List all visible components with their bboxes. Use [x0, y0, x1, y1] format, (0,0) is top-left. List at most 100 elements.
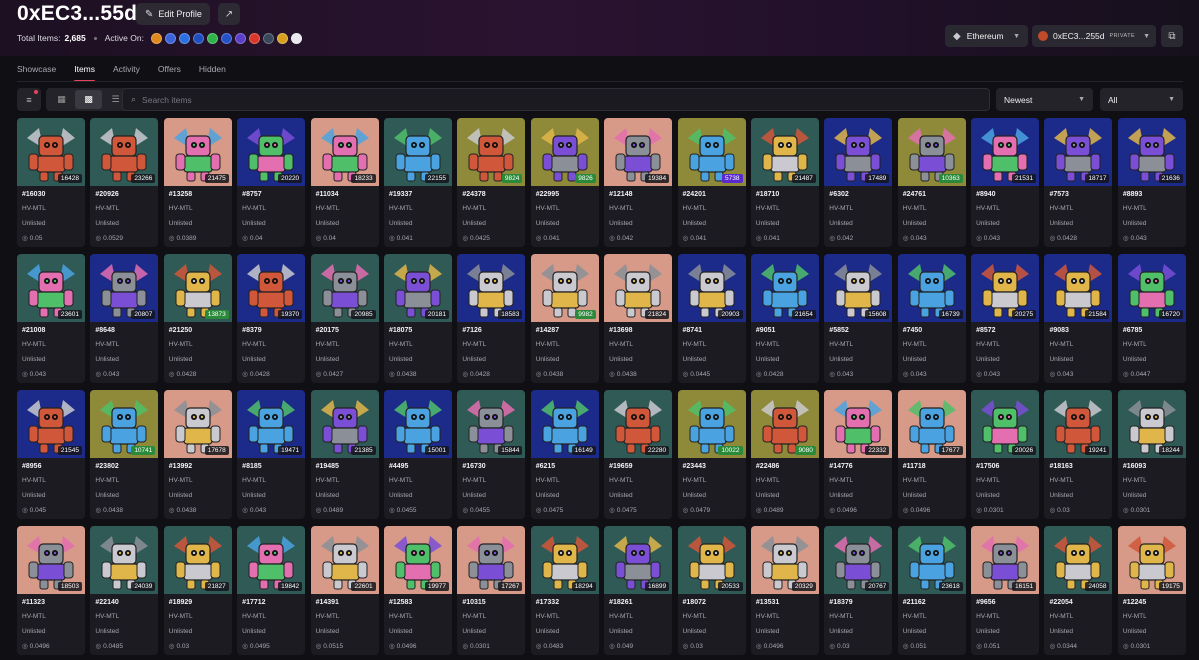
nft-card[interactable]: 19471 #8185 HV-MTL Unlisted ◎ 0.043 — [237, 390, 306, 519]
nft-card[interactable]: 20533 #18072 HV-MTL Unlisted ◎ 0.03 — [677, 526, 746, 655]
tab-offers[interactable]: Offers — [158, 60, 181, 82]
nft-card[interactable]: 5738 #24201 HV-MTL Unlisted ◎ 0.041 — [677, 118, 746, 247]
eth-coin-icon: ◎ — [976, 371, 982, 378]
nft-card[interactable]: 21654 #9051 HV-MTL Unlisted ◎ 0.0428 — [750, 254, 819, 383]
view-small-grid-button[interactable]: ▩ — [75, 90, 102, 109]
nft-card[interactable]: 18503 #11323 HV-MTL Unlisted ◎ 0.0496 — [17, 526, 85, 655]
nft-card[interactable]: 18244 #16093 HV-MTL Unlisted ◎ 0.0301 — [1117, 390, 1186, 519]
copy-address-button[interactable]: ⧉ — [1161, 25, 1183, 47]
nft-card[interactable]: 16149 #6215 HV-MTL Unlisted ◎ 0.0475 — [530, 390, 599, 519]
nft-card[interactable]: 21636 #8893 HV-MTL Unlisted ◎ 0.043 — [1117, 118, 1186, 247]
nft-card[interactable]: 21385 #19485 HV-MTL Unlisted ◎ 0.0489 — [310, 390, 379, 519]
search-input[interactable] — [142, 94, 943, 105]
share-button[interactable]: ↗ — [218, 3, 240, 25]
eth-coin-icon: ◎ — [242, 235, 248, 242]
nft-card[interactable]: 24039 #22140 HV-MTL Unlisted ◎ 0.0485 — [90, 526, 159, 655]
nft-card[interactable]: 21584 #9083 HV-MTL Unlisted ◎ 0.043 — [1044, 254, 1113, 383]
nft-card[interactable]: 22332 #14776 HV-MTL Unlisted ◎ 0.0496 — [824, 390, 893, 519]
nft-card[interactable]: 18717 #7573 HV-MTL Unlisted ◎ 0.0428 — [1044, 118, 1113, 247]
nft-card[interactable]: 19241 #18163 HV-MTL Unlisted ◎ 0.03 — [1044, 390, 1113, 519]
tab-hidden[interactable]: Hidden — [199, 60, 226, 82]
eth-coin-icon: ◎ — [755, 507, 762, 514]
nft-card[interactable]: 17678 #13992 HV-MTL Unlisted ◎ 0.0438 — [163, 390, 232, 519]
nft-card[interactable]: 17677 #11718 HV-MTL Unlisted ◎ 0.0496 — [897, 390, 966, 519]
nft-card[interactable]: 21824 #13698 HV-MTL Unlisted ◎ 0.0438 — [604, 254, 673, 383]
nft-card[interactable]: 24058 #22054 HV-MTL Unlisted ◎ 0.0344 — [1044, 526, 1113, 655]
nft-card[interactable]: 15608 #5852 HV-MTL Unlisted ◎ 0.043 — [824, 254, 893, 383]
view-large-grid-button[interactable]: ▦ — [48, 90, 75, 109]
nft-card[interactable]: 9982 #14287 HV-MTL Unlisted ◎ 0.0438 — [530, 254, 599, 383]
nft-card[interactable]: 9826 #22995 HV-MTL Unlisted ◎ 0.041 — [530, 118, 599, 247]
nft-card[interactable]: 20767 #18379 HV-MTL Unlisted ◎ 0.03 — [824, 526, 893, 655]
nft-card[interactable]: 17489 #6302 HV-MTL Unlisted ◎ 0.042 — [824, 118, 893, 247]
nft-card[interactable]: 16151 #9656 HV-MTL Unlisted ◎ 0.051 — [971, 526, 1040, 655]
nft-card[interactable]: 22601 #14391 HV-MTL Unlisted ◎ 0.0515 — [310, 526, 379, 655]
nft-card[interactable]: 20903 #8741 HV-MTL Unlisted ◎ 0.0445 — [677, 254, 746, 383]
nft-card[interactable]: 18294 #17332 HV-MTL Unlisted ◎ 0.0483 — [530, 526, 599, 655]
nft-card[interactable]: 20985 #20175 HV-MTL Unlisted ◎ 0.0427 — [310, 254, 379, 383]
nft-card[interactable]: 15844 #16730 HV-MTL Unlisted ◎ 0.0455 — [457, 390, 526, 519]
nft-card[interactable]: 20329 #13531 HV-MTL Unlisted ◎ 0.0496 — [750, 526, 819, 655]
nft-card[interactable]: 10741 #23802 HV-MTL Unlisted ◎ 0.0438 — [90, 390, 159, 519]
nft-card[interactable]: 20026 #17506 HV-MTL Unlisted ◎ 0.0301 — [971, 390, 1040, 519]
nft-card[interactable]: 22280 #19659 HV-MTL Unlisted ◎ 0.0475 — [604, 390, 673, 519]
nft-card[interactable]: 19175 #12245 HV-MTL Unlisted ◎ 0.0301 — [1117, 526, 1186, 655]
price-value: 0.03 — [836, 642, 850, 650]
listing-status: Unlisted — [1122, 220, 1147, 227]
token-id: #8741 — [682, 327, 702, 334]
nft-card[interactable]: 19384 #12148 HV-MTL Unlisted ◎ 0.042 — [604, 118, 673, 247]
nft-card[interactable]: 17267 #10315 HV-MTL Unlisted ◎ 0.0301 — [457, 526, 526, 655]
nft-card[interactable]: 13873 #21250 HV-MTL Unlisted ◎ 0.0428 — [163, 254, 232, 383]
nft-image: 15844 — [457, 390, 526, 458]
nft-card[interactable]: 16899 #18261 HV-MTL Unlisted ◎ 0.049 — [604, 526, 673, 655]
nft-card[interactable]: 21487 #18710 HV-MTL Unlisted ◎ 0.041 — [750, 118, 819, 247]
nft-card[interactable]: 23601 #21008 HV-MTL Unlisted ◎ 0.043 — [17, 254, 85, 383]
token-id: #8956 — [22, 463, 42, 470]
nft-card[interactable]: 23266 #20926 HV-MTL Unlisted ◎ 0.0529 — [90, 118, 159, 247]
nft-card[interactable]: 20807 #8648 HV-MTL Unlisted ◎ 0.043 — [90, 254, 159, 383]
nft-card[interactable]: 20220 #8757 HV-MTL Unlisted ◎ 0.04 — [237, 118, 306, 247]
edit-profile-button[interactable]: ✎ Edit Profile — [136, 3, 210, 25]
nft-card[interactable]: 19370 #8379 HV-MTL Unlisted ◎ 0.0428 — [237, 254, 306, 383]
eth-coin-icon: ◎ — [462, 235, 469, 242]
rank-badge: 21636 — [1158, 174, 1183, 183]
nft-card[interactable]: 23618 #21162 HV-MTL Unlisted ◎ 0.051 — [897, 526, 966, 655]
price-value: 0.043 — [29, 370, 46, 378]
nft-card[interactable]: 15001 #4495 HV-MTL Unlisted ◎ 0.0455 — [383, 390, 452, 519]
nft-card[interactable]: 21475 #13258 HV-MTL Unlisted ◎ 0.0389 — [163, 118, 232, 247]
tab-activity[interactable]: Activity — [113, 60, 140, 82]
nft-card[interactable]: 18583 #7126 HV-MTL Unlisted ◎ 0.0428 — [457, 254, 526, 383]
sort-select[interactable]: Newest ▼ — [996, 88, 1093, 111]
rank-badge: 18244 — [1158, 446, 1183, 455]
eth-coin-icon: ◎ — [535, 507, 542, 514]
nft-card[interactable]: 16739 #7450 HV-MTL Unlisted ◎ 0.043 — [897, 254, 966, 383]
listing-status: Unlisted — [388, 628, 413, 635]
nft-card[interactable]: 19977 #12583 HV-MTL Unlisted ◎ 0.0496 — [383, 526, 452, 655]
tab-showcase[interactable]: Showcase — [17, 60, 56, 82]
nft-card[interactable]: 10022 #23443 HV-MTL Unlisted ◎ 0.0479 — [677, 390, 746, 519]
eth-coin-icon: ◎ — [242, 371, 248, 378]
nft-card[interactable]: 21545 #8956 HV-MTL Unlisted ◎ 0.045 — [17, 390, 85, 519]
token-id: #21162 — [902, 599, 926, 606]
nft-card[interactable]: 16720 #6785 HV-MTL Unlisted ◎ 0.0447 — [1117, 254, 1186, 383]
tab-items[interactable]: Items — [74, 60, 95, 82]
filter-toggle-button[interactable]: ≡ — [17, 88, 41, 111]
eth-coin-icon: ◎ — [95, 371, 102, 378]
nft-card[interactable]: 18233 #11034 HV-MTL Unlisted ◎ 0.04 — [310, 118, 379, 247]
price-value: 0.0389 — [176, 234, 197, 242]
wallet-select[interactable]: 0xEC3...255d PRIVATE ▼ — [1032, 25, 1156, 47]
nft-card[interactable]: 9824 #24378 HV-MTL Unlisted ◎ 0.0425 — [457, 118, 526, 247]
last-price: ◎ 0.05 — [22, 234, 42, 243]
nft-card[interactable]: 20181 #18075 HV-MTL Unlisted ◎ 0.0438 — [383, 254, 452, 383]
nft-card[interactable]: 21827 #18929 HV-MTL Unlisted ◎ 0.03 — [163, 526, 232, 655]
nft-card[interactable]: 9080 #22486 HV-MTL Unlisted ◎ 0.0489 — [750, 390, 819, 519]
nft-card[interactable]: 21531 #8940 HV-MTL Unlisted ◎ 0.043 — [971, 118, 1040, 247]
nft-card[interactable]: 16428 #16030 HV-MTL Unlisted ◎ 0.05 — [17, 118, 85, 247]
nft-card[interactable]: 22155 #19337 HV-MTL Unlisted ◎ 0.041 — [383, 118, 452, 247]
status-filter-select[interactable]: All ▼ — [1100, 88, 1183, 111]
nft-card[interactable]: 19842 #17712 HV-MTL Unlisted ◎ 0.0495 — [237, 526, 306, 655]
rank-badge: 19241 — [1085, 446, 1110, 455]
nft-card[interactable]: 20275 #8572 HV-MTL Unlisted ◎ 0.043 — [971, 254, 1040, 383]
network-select[interactable]: ◆ Ethereum ▼ — [945, 25, 1028, 47]
nft-card[interactable]: 10363 #24761 HV-MTL Unlisted ◎ 0.043 — [897, 118, 966, 247]
